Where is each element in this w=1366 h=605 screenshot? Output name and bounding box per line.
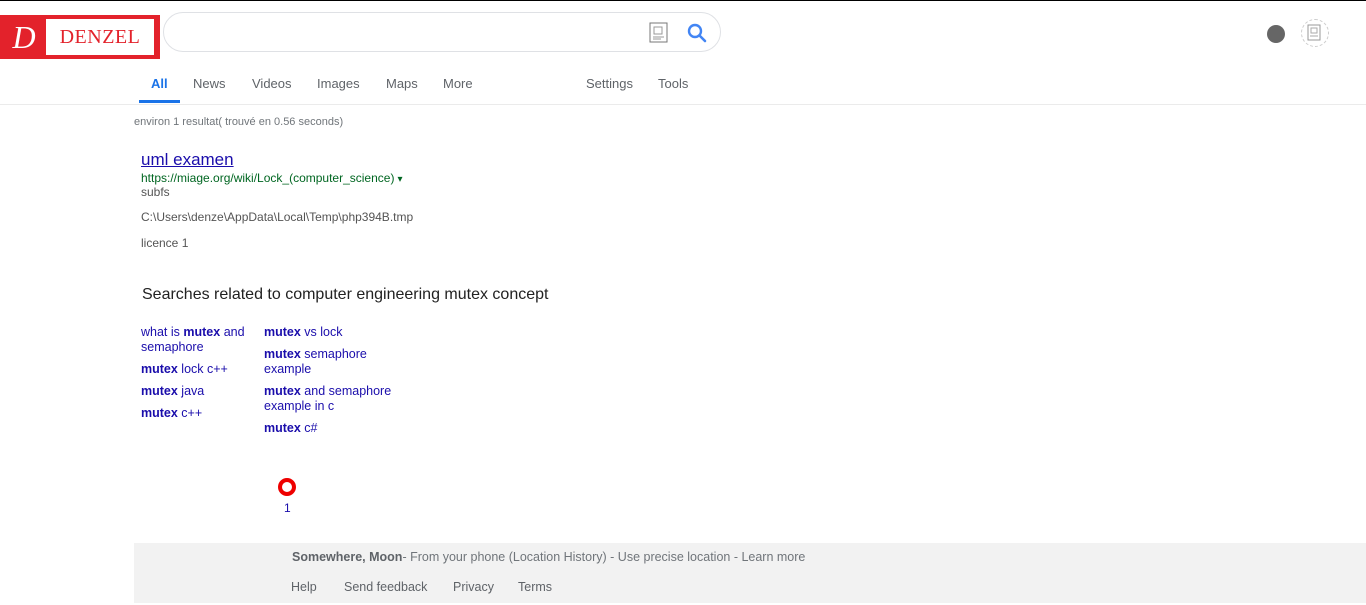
related-searches-heading: Searches related to computer engineering… xyxy=(142,286,549,303)
search-input[interactable] xyxy=(178,22,642,44)
tab-all[interactable]: All xyxy=(151,76,168,91)
result-menu-arrow-icon[interactable]: ▾ xyxy=(397,174,402,185)
footer-help-link[interactable]: Help xyxy=(291,580,317,594)
related-search-link[interactable]: mutex lock c++ xyxy=(141,362,256,377)
logo-mark: D xyxy=(12,19,36,55)
related-search-link[interactable]: mutex semaphore example xyxy=(264,347,404,377)
apps-icon[interactable] xyxy=(1301,19,1329,47)
search-icon[interactable] xyxy=(687,23,707,43)
related-search-link[interactable]: what is mutex and semaphore xyxy=(141,325,256,355)
related-search-link[interactable]: mutex c++ xyxy=(141,406,256,421)
footer-location: Somewhere, Moon- From your phone (Locati… xyxy=(292,550,805,564)
footer-location-text[interactable]: - From your phone (Location History) - U… xyxy=(402,550,805,564)
footer-privacy-link[interactable]: Privacy xyxy=(453,580,494,594)
pagination-current-icon xyxy=(278,478,296,496)
result-url: https://miage.org/wiki/Lock_(computer_sc… xyxy=(141,171,741,187)
related-search-link[interactable]: mutex java xyxy=(141,384,256,399)
result-url-text[interactable]: https://miage.org/wiki/Lock_(computer_sc… xyxy=(141,171,394,185)
search-result: uml examen https://miage.org/wiki/Lock_(… xyxy=(141,150,741,187)
tab-maps[interactable]: Maps xyxy=(386,76,418,91)
related-search-link[interactable]: mutex vs lock xyxy=(264,325,404,340)
related-searches-col-1: what is mutex and semaphore mutex lock c… xyxy=(141,325,256,428)
related-searches-col-2: mutex vs lock mutex semaphore example mu… xyxy=(264,325,404,443)
tab-images[interactable]: Images xyxy=(317,76,360,91)
footer: Somewhere, Moon- From your phone (Locati… xyxy=(134,543,1366,603)
tab-news[interactable]: News xyxy=(193,76,226,91)
site-logo[interactable]: D DENZEL xyxy=(0,15,160,59)
footer-send-feedback-link[interactable]: Send feedback xyxy=(344,580,427,594)
related-search-link[interactable]: mutex and semaphore example in c xyxy=(264,384,404,414)
tab-more[interactable]: More xyxy=(443,76,473,91)
tab-settings[interactable]: Settings xyxy=(586,76,633,91)
result-snippet-line: subfs xyxy=(141,185,170,199)
logo-text: DENZEL xyxy=(46,19,154,55)
related-search-link[interactable]: mutex c# xyxy=(264,421,404,436)
tab-tools[interactable]: Tools xyxy=(658,76,688,91)
footer-terms-link[interactable]: Terms xyxy=(518,580,552,594)
document-icon[interactable] xyxy=(649,22,668,43)
search-bar xyxy=(163,12,721,52)
pagination-page-1[interactable]: 1 xyxy=(284,501,291,515)
active-tab-indicator xyxy=(139,100,180,103)
tab-videos[interactable]: Videos xyxy=(252,76,292,91)
result-snippet-path: C:\Users\denze\AppData\Local\Temp\php394… xyxy=(141,210,414,224)
footer-location-name: Somewhere, Moon xyxy=(292,550,403,564)
search-tabs: All News Videos Images Maps More Setting… xyxy=(0,63,1366,105)
account-avatar[interactable] xyxy=(1267,25,1285,43)
result-title-link[interactable]: uml examen xyxy=(141,150,234,170)
result-stats: environ 1 resultat( trouvé en 0.56 secon… xyxy=(134,116,344,128)
result-snippet-line: licence 1 xyxy=(141,236,189,250)
